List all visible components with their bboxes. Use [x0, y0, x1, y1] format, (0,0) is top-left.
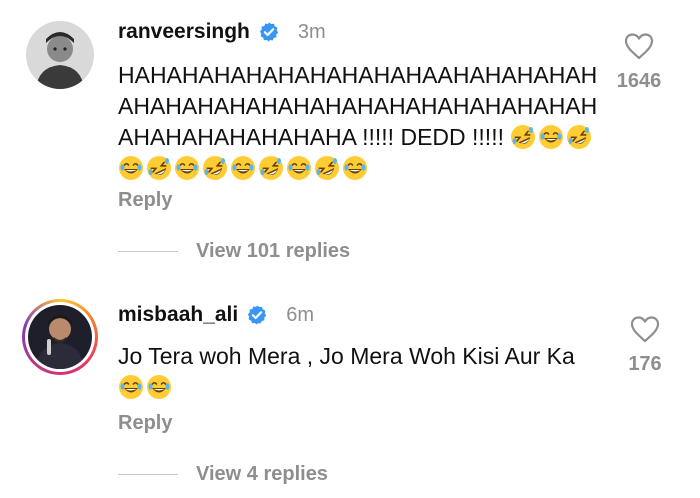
avatar[interactable] — [26, 21, 94, 89]
avatar — [28, 305, 92, 369]
like-count: 176 — [628, 353, 662, 375]
like-column: 1646 — [604, 32, 674, 93]
reply-button[interactable]: Reply — [118, 412, 172, 435]
view-replies-button[interactable]: View 4 replies — [118, 463, 328, 486]
verified-badge-icon — [246, 304, 268, 326]
reply-button[interactable]: Reply — [118, 189, 172, 212]
grin-sweat-laugh-emoji-icon — [118, 374, 144, 400]
like-column: 176 — [610, 315, 680, 376]
divider-line — [118, 474, 178, 475]
grin-sweat-laugh-emoji-icon — [146, 374, 172, 400]
divider-line — [118, 251, 178, 252]
emoji-group — [118, 374, 174, 400]
comment-header: ranveersingh 3m — [118, 20, 326, 44]
view-replies-button[interactable]: View 101 replies — [118, 240, 350, 263]
grin-sweat-laugh-emoji-icon — [118, 155, 144, 181]
heart-icon[interactable] — [624, 32, 654, 60]
view-replies-label: View 101 replies — [196, 240, 351, 262]
comment-header: misbaah_ali 6m — [118, 303, 314, 327]
comment-text: Jo Tera woh Mera , Jo Mera Woh Kisi Aur … — [118, 343, 575, 369]
rolling-laugh-emoji-icon — [510, 124, 536, 150]
username[interactable]: ranveersingh — [118, 20, 250, 44]
verified-badge-icon — [258, 21, 280, 43]
timestamp: 3m — [297, 20, 326, 43]
rolling-laugh-emoji-icon — [566, 124, 592, 150]
grin-sweat-laugh-emoji-icon — [286, 155, 312, 181]
username[interactable]: misbaah_ali — [118, 303, 238, 327]
timestamp: 6m — [286, 303, 315, 326]
like-count: 1646 — [616, 70, 662, 92]
rolling-laugh-emoji-icon — [146, 155, 172, 181]
avatar-photo-icon — [26, 21, 94, 89]
rolling-laugh-emoji-icon — [202, 155, 228, 181]
avatar-photo-icon — [28, 305, 92, 369]
rolling-laugh-emoji-icon — [258, 155, 284, 181]
view-replies-label: View 4 replies — [196, 463, 328, 485]
rolling-laugh-emoji-icon — [314, 155, 340, 181]
heart-icon[interactable] — [630, 315, 660, 343]
grin-sweat-laugh-emoji-icon — [174, 155, 200, 181]
avatar-story-ring[interactable] — [22, 299, 98, 375]
comment-body: Jo Tera woh Mera , Jo Mera Woh Kisi Aur … — [118, 341, 588, 403]
comment-body: HAHAHAHAHAHAHAHAHAHAAHAHAHAHAHAHAHAHAHAH… — [118, 60, 608, 184]
grin-sweat-laugh-emoji-icon — [230, 155, 256, 181]
grin-sweat-laugh-emoji-icon — [342, 155, 368, 181]
grin-sweat-laugh-emoji-icon — [538, 124, 564, 150]
